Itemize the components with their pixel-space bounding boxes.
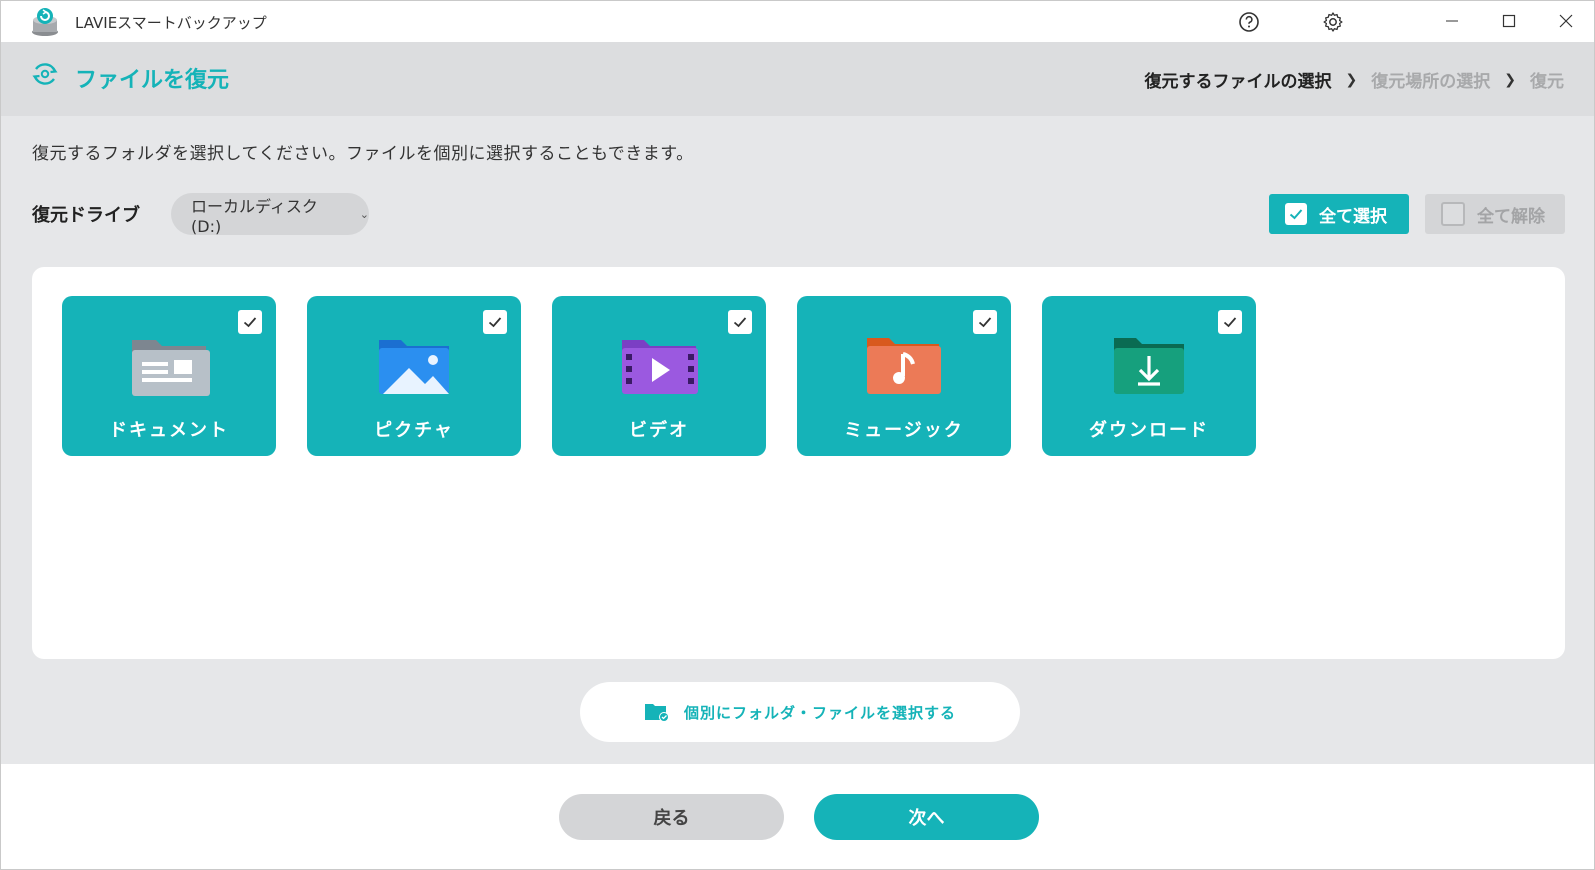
pictures-folder-icon [379, 340, 449, 394]
help-icon[interactable] [1238, 11, 1260, 33]
checkbox-checked-icon[interactable] [728, 310, 752, 334]
app-window: LAVIEスマートバックアップ ファイルを復元 復元するファイルの選択 ❯ 復元… [0, 0, 1595, 870]
next-button[interactable]: 次へ [814, 794, 1039, 840]
page-header: ファイルを復元 復元するファイルの選択 ❯ 復元場所の選択 ❯ 復元 [1, 42, 1594, 116]
gear-icon[interactable] [1322, 11, 1344, 33]
folder-tile-videos[interactable]: ビデオ [552, 296, 766, 456]
checkbox-checked-icon[interactable] [238, 310, 262, 334]
chevron-right-icon: ❯ [1504, 71, 1516, 88]
documents-folder-icon [132, 340, 210, 396]
title-bar: LAVIEスマートバックアップ [1, 1, 1594, 42]
folder-tile-documents[interactable]: ドキュメント [62, 296, 276, 456]
folder-label: ドキュメント [109, 420, 229, 441]
folder-panel: ドキュメント ピクチャ ビデオ ミュージック ダウンロード [32, 267, 1565, 659]
video-folder-icon [622, 340, 698, 394]
back-button[interactable]: 戻る [559, 794, 784, 840]
folder-label: ミュージック [844, 420, 964, 441]
folder-tile-music[interactable]: ミュージック [797, 296, 1011, 456]
checkbox-checked-icon[interactable] [973, 310, 997, 334]
folder-tile-downloads[interactable]: ダウンロード [1042, 296, 1256, 456]
checkbox-checked-icon[interactable] [483, 310, 507, 334]
instruction-text: 復元するフォルダを選択してください。ファイルを個別に選択することもできます。 [32, 144, 694, 164]
step-select-location: 復元場所の選択 [1371, 72, 1491, 92]
deselect-all-label: 全て解除 [1477, 206, 1545, 227]
restore-icon [32, 63, 58, 85]
deselect-all-button[interactable]: 全て解除 [1425, 194, 1565, 234]
minimize-icon [1446, 20, 1458, 22]
step-restore: 復元 [1530, 72, 1564, 92]
individual-select-label: 個別にフォルダ・ファイルを選択する [683, 703, 956, 722]
chevron-down-icon: ⌄ [359, 207, 369, 221]
minimize-button[interactable] [1429, 7, 1475, 35]
close-button[interactable] [1543, 7, 1589, 35]
music-folder-icon [867, 338, 941, 394]
individual-select-button[interactable]: 個別にフォルダ・ファイルを選択する [580, 682, 1020, 742]
maximize-icon [1502, 14, 1516, 28]
folder-label: ピクチャ [374, 420, 454, 441]
folder-label: ビデオ [629, 420, 689, 441]
folder-label: ダウンロード [1089, 420, 1209, 441]
breadcrumb: 復元するファイルの選択 ❯ 復元場所の選択 ❯ 復元 [1144, 67, 1564, 93]
drive-label: 復元ドライブ [32, 205, 140, 226]
step-select-files: 復元するファイルの選択 [1144, 72, 1332, 92]
footer-bar: 戻る 次へ [1, 764, 1594, 869]
folder-check-icon [644, 704, 669, 722]
app-logo-icon [32, 8, 58, 36]
checkbox-checked-icon[interactable] [1218, 310, 1242, 334]
close-icon [1559, 14, 1573, 28]
select-all-label: 全て選択 [1319, 206, 1387, 227]
checkbox-checked-icon [1285, 203, 1307, 225]
folder-tile-pictures[interactable]: ピクチャ [307, 296, 521, 456]
maximize-button[interactable] [1486, 7, 1532, 35]
checkbox-empty-icon [1441, 202, 1465, 226]
downloads-folder-icon [1114, 338, 1184, 394]
app-title: LAVIEスマートバックアップ [75, 14, 267, 32]
drive-dropdown[interactable]: ローカルディスク (D:) ⌄ [171, 193, 369, 236]
chevron-right-icon: ❯ [1345, 71, 1358, 88]
drive-dropdown-value: ローカルディスク (D:) [191, 196, 318, 236]
page-title: ファイルを復元 [75, 68, 230, 93]
select-all-button[interactable]: 全て選択 [1269, 194, 1409, 234]
